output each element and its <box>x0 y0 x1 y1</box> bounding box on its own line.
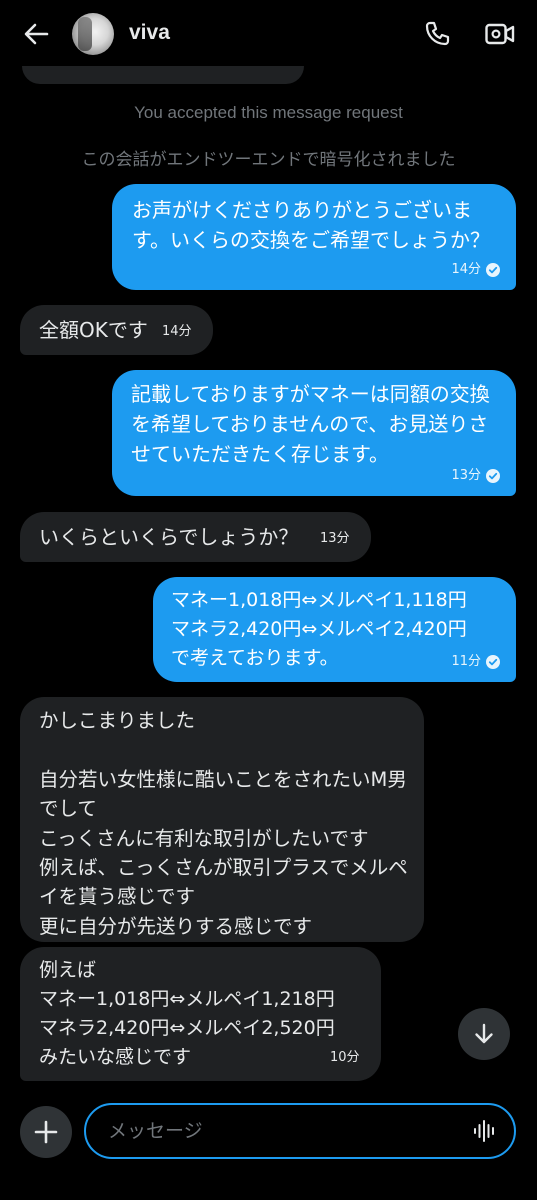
phone-icon[interactable] <box>423 20 451 48</box>
arrow-down-icon <box>475 1023 493 1044</box>
previous-message-edge <box>22 66 304 84</box>
message-time: 14分 <box>451 262 481 277</box>
message-text: いくらといくらでしょうか？ <box>39 525 299 549</box>
message-time: 13分 <box>320 531 350 546</box>
message-bubble-received[interactable]: いくらといくらでしょうか？ 13分 <box>20 512 371 562</box>
add-attachment-button[interactable] <box>20 1106 72 1158</box>
message-meta: 11分 <box>451 654 500 670</box>
message-text: かしこまりました 自分若い女性様に酷いことをされたいM男でして こっくさんに有利… <box>39 709 408 938</box>
voice-waveform-icon[interactable] <box>472 1118 498 1144</box>
message-time: 14分 <box>162 324 192 339</box>
message-time: 13分 <box>451 468 481 483</box>
video-camera-icon[interactable] <box>484 20 516 48</box>
contact-name[interactable]: viva <box>129 21 170 45</box>
message-meta: 13分 <box>320 531 350 547</box>
message-text: 記載しておりますがマネーは同額の交換を希望しておりませんので、お見送りさせていた… <box>131 382 490 466</box>
scroll-to-bottom-button[interactable] <box>458 1008 510 1060</box>
message-meta: 13分 <box>451 468 500 484</box>
encryption-notice: この会話がエンドツーエンドで暗号化されました <box>81 150 456 169</box>
message-bubble-received[interactable]: 例えば マネー1,018円⇔メルペイ1,218円 マネラ2,420円⇔メルペイ2… <box>20 947 381 1081</box>
message-bubble-received[interactable]: 全額OKです 14分 <box>20 305 213 355</box>
message-time: 10分 <box>330 1050 360 1065</box>
message-bubble-sent[interactable]: お声がけくださりありがとうございます。いくらの交換をご希望でしょうか？ 14分 <box>112 184 516 290</box>
message-text: 全額OKです <box>39 318 148 342</box>
message-composer[interactable] <box>84 1103 516 1159</box>
chat-header: viva <box>0 0 537 68</box>
message-time: 11分 <box>451 654 481 669</box>
message-meta: 14分 <box>162 324 192 340</box>
message-bubble-sent[interactable]: マネー1,018円⇔メルペイ1,118円 マネラ2,420円⇔メルペイ2,420… <box>153 577 516 682</box>
request-accepted-notice: You accepted this message request <box>134 103 403 122</box>
read-check-icon <box>486 469 500 483</box>
message-text: お声がけくださりありがとうございます。いくらの交換をご希望でしょうか？ <box>132 198 490 252</box>
arrow-left-icon[interactable] <box>22 20 50 48</box>
message-bubble-sent[interactable]: 記載しておりますがマネーは同額の交換を希望しておりませんので、お見送りさせていた… <box>112 370 516 496</box>
message-meta: 14分 <box>451 262 500 278</box>
message-meta: 10分 <box>330 1050 360 1066</box>
plus-icon <box>34 1120 58 1144</box>
message-input[interactable] <box>106 1115 470 1149</box>
read-check-icon <box>486 263 500 277</box>
message-text: 例えば マネー1,018円⇔メルペイ1,218円 マネラ2,420円⇔メルペイ2… <box>39 959 335 1068</box>
read-check-icon <box>486 655 500 669</box>
message-bubble-received[interactable]: かしこまりました 自分若い女性様に酷いことをされたいM男でして こっくさんに有利… <box>20 697 424 942</box>
avatar[interactable] <box>72 13 114 55</box>
